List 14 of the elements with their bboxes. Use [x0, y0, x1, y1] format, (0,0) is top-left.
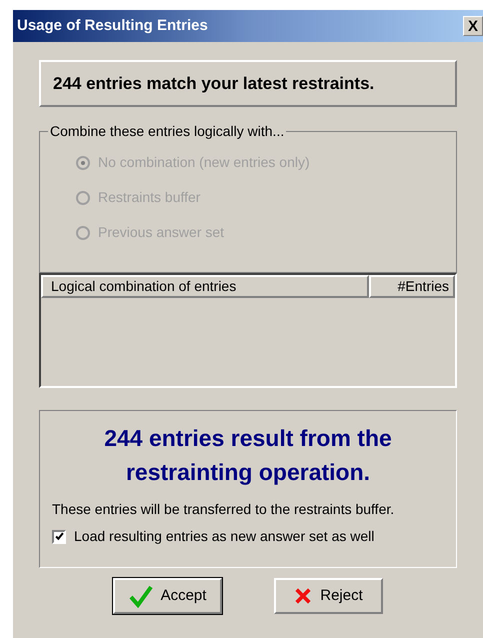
result-headline: 244 entries result from the restrainting operation.: [103, 424, 393, 487]
close-button[interactable]: X: [463, 16, 483, 36]
match-message: 244 entries match your latest restraints.: [39, 60, 457, 107]
x-icon: [294, 587, 312, 605]
checkbox-label: Load resulting entries as new answer set as well: [74, 527, 374, 546]
window-title: Usage of Resulting Entries: [17, 16, 208, 36]
check-icon: [128, 584, 153, 608]
accept-button[interactable]: Accept: [113, 578, 222, 614]
column-header[interactable]: Logical combination of entries: [41, 275, 369, 298]
checkbox[interactable]: [52, 530, 66, 544]
groupbox-label: Combine these entries logically with...: [48, 123, 286, 139]
column-header[interactable]: #Entries: [369, 275, 455, 298]
reject-button[interactable]: Reject: [274, 578, 383, 614]
transfer-note: These entries will be transferred to the restraints buffer.: [51, 500, 396, 519]
